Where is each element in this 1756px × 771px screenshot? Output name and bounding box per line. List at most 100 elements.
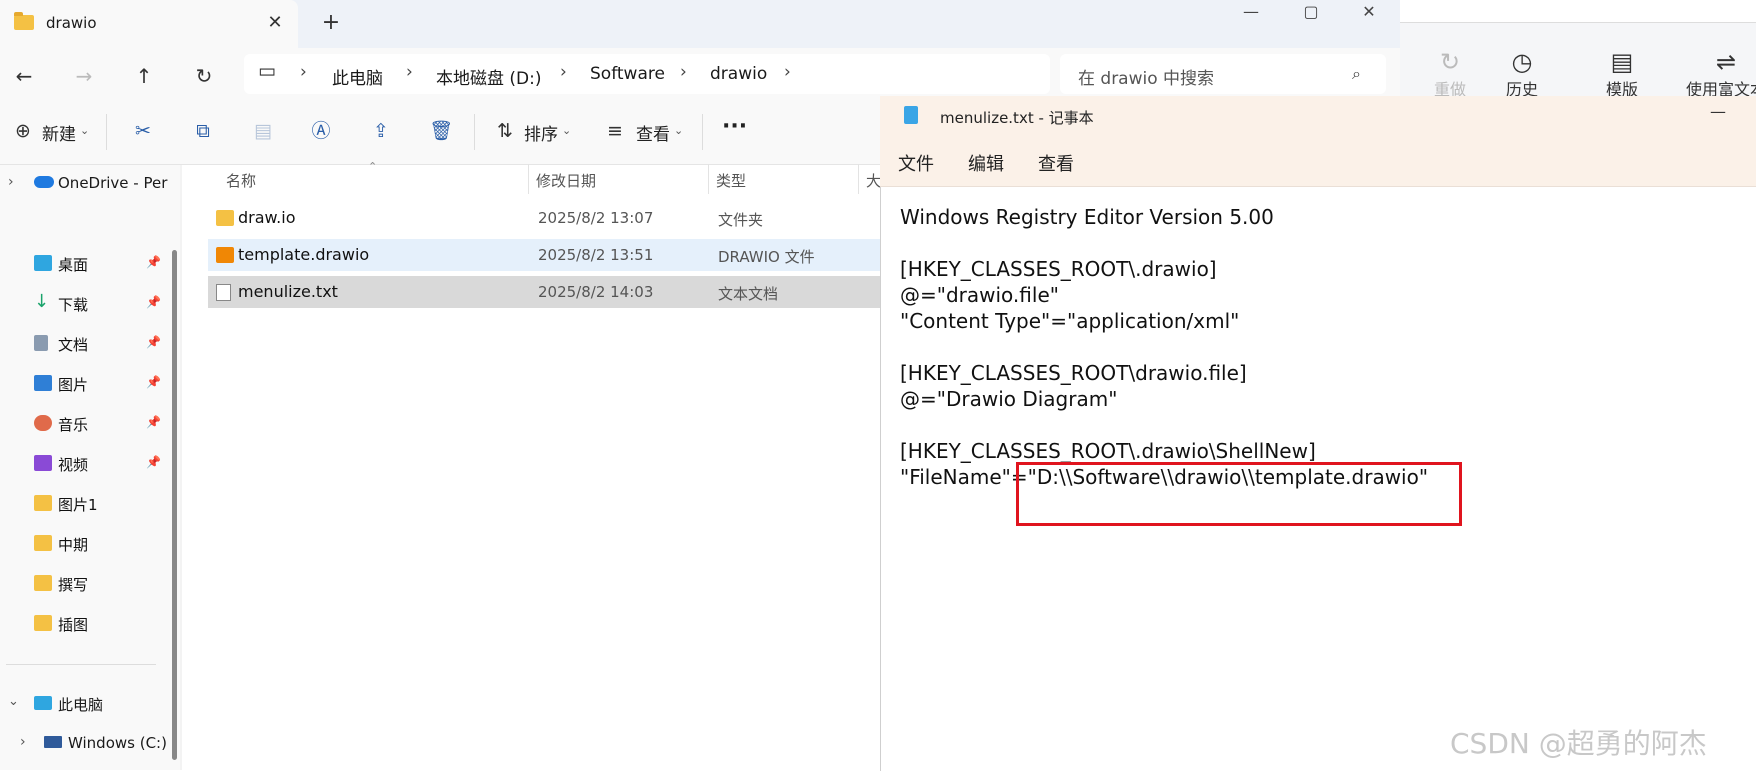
rich-text-button[interactable]: ⇌使用富文本: [1676, 48, 1756, 100]
text-line: @="drawio.file": [900, 283, 1059, 307]
music-icon: [34, 415, 52, 431]
copy-icon[interactable]: ⧉: [190, 118, 216, 144]
forward-arrow-icon[interactable]: →: [68, 60, 100, 92]
column-header-type[interactable]: 类型: [716, 170, 746, 191]
redo-icon: ↻: [1439, 48, 1461, 76]
pin-icon: 📌: [146, 255, 161, 269]
column-divider[interactable]: [708, 164, 709, 194]
sort-button[interactable]: 排序: [524, 120, 558, 145]
nav-scrollbar[interactable]: [172, 250, 177, 760]
nav-item-folder[interactable]: 图片1: [0, 485, 170, 523]
template-button[interactable]: ▤ 模版: [1582, 48, 1662, 100]
folder-icon: [34, 575, 52, 591]
menu-edit[interactable]: 编辑: [968, 150, 1004, 176]
nav-item-videos[interactable]: 视频 📌: [0, 445, 170, 483]
text-line: @="Drawio Diagram": [900, 387, 1118, 411]
nav-item-folder[interactable]: 中期: [0, 525, 170, 563]
column-header-name[interactable]: 名称: [226, 170, 256, 191]
chevron-right-icon[interactable]: ›: [8, 174, 14, 190]
watermark: CSDN @超勇的阿杰: [1450, 727, 1707, 760]
video-icon: [34, 455, 52, 471]
pictures-icon: [34, 375, 52, 391]
minimize-button[interactable]: —: [1222, 0, 1280, 26]
nav-item-folder[interactable]: 撰写: [0, 565, 170, 603]
breadcrumb-drive-d[interactable]: 本地磁盘 (D:): [436, 64, 542, 89]
menu-file[interactable]: 文件: [898, 150, 934, 176]
nav-item-pictures[interactable]: 图片 📌: [0, 365, 170, 403]
refresh-icon[interactable]: ↻: [188, 60, 220, 92]
more-options-button[interactable]: ···: [722, 114, 747, 139]
text-line: ​: [900, 334, 1740, 360]
cut-icon[interactable]: ✂: [130, 118, 156, 144]
computer-icon: ▭: [258, 60, 276, 82]
maximize-button[interactable]: ▢: [1282, 0, 1340, 26]
column-header-size[interactable]: 大: [866, 170, 881, 191]
column-header-modified[interactable]: 修改日期: [536, 170, 596, 191]
text-line: ​: [900, 230, 1740, 256]
tab-title: drawio: [46, 14, 97, 32]
pin-icon: 📌: [146, 375, 161, 389]
text-line: ​: [900, 412, 1740, 438]
column-divider[interactable]: [858, 164, 859, 194]
folder-icon: [34, 495, 52, 511]
pin-icon: 📌: [146, 335, 161, 349]
nav-item-onedrive[interactable]: OneDrive - Per: [58, 174, 167, 192]
table-row[interactable]: draw.io 2025/8/2 13:07 文件夹: [208, 202, 908, 234]
highlight-box: [1016, 462, 1462, 526]
history-button[interactable]: ◷ 历史: [1482, 48, 1562, 100]
new-plus-icon: ⊕: [15, 120, 31, 142]
download-icon: ↓: [34, 291, 50, 312]
rename-icon[interactable]: Ⓐ: [308, 118, 334, 144]
nav-item-folder[interactable]: 插图: [0, 605, 170, 643]
notepad-text-area[interactable]: Windows Registry Editor Version 5.00​[HK…: [900, 204, 1740, 490]
chevron-down-icon[interactable]: ⌄: [8, 694, 19, 709]
delete-icon[interactable]: 🗑: [428, 118, 454, 144]
nav-item-this-pc[interactable]: 此电脑: [58, 694, 103, 715]
notepad-icon: [904, 106, 918, 124]
tab-drawio[interactable]: drawio ✕: [0, 0, 298, 48]
this-pc-icon: [34, 696, 52, 710]
new-button[interactable]: 新建: [42, 120, 76, 145]
divider: [106, 114, 107, 150]
text-line: "Content Type"="application/xml": [900, 309, 1240, 333]
folder-icon: [34, 535, 52, 551]
chevron-right-icon[interactable]: ›: [20, 734, 26, 750]
nav-item-downloads[interactable]: ↓ 下载 📌: [0, 285, 170, 323]
text-line: [HKEY_CLASSES_ROOT\.drawio\ShellNew]: [900, 439, 1316, 463]
menu-view[interactable]: 查看: [1038, 150, 1074, 176]
nav-item-drive-c[interactable]: Windows (C:): [68, 734, 167, 752]
back-arrow-icon[interactable]: ←: [8, 60, 40, 92]
up-arrow-icon[interactable]: ↑: [128, 60, 160, 92]
nav-item-music[interactable]: 音乐 📌: [0, 405, 170, 443]
breadcrumb-this-pc[interactable]: 此电脑: [332, 64, 383, 89]
notepad-minimize-button[interactable]: —: [1710, 102, 1726, 121]
drive-icon: [44, 736, 62, 748]
chevron-right-icon: ›: [560, 62, 567, 82]
tab-close-icon[interactable]: ✕: [262, 10, 288, 36]
folder-icon: [14, 12, 34, 30]
nav-item-desktop[interactable]: 桌面 📌: [0, 245, 170, 283]
breadcrumb-software[interactable]: Software: [590, 64, 665, 84]
sort-icon: ⇅: [497, 120, 513, 142]
text-line: Windows Registry Editor Version 5.00: [900, 205, 1274, 229]
pin-icon: 📌: [146, 455, 161, 469]
share-icon[interactable]: ⇪: [368, 118, 394, 144]
pin-icon: 📌: [146, 415, 161, 429]
view-button[interactable]: 查看: [636, 120, 670, 145]
column-divider[interactable]: [528, 164, 529, 194]
breadcrumb-drawio[interactable]: drawio: [710, 64, 767, 84]
chevron-down-icon: ⌄: [674, 124, 684, 137]
nav-item-documents[interactable]: 文档 📌: [0, 325, 170, 363]
notepad-menu-bar: [880, 138, 1756, 187]
new-tab-button[interactable]: +: [318, 10, 344, 36]
sort-ascending-icon: ⌃: [368, 160, 378, 173]
paste-icon[interactable]: ▤: [250, 118, 276, 144]
pin-icon: 📌: [146, 295, 161, 309]
close-button[interactable]: ✕: [1340, 0, 1398, 26]
editor-top-strip: [1400, 0, 1756, 23]
chevron-right-icon: ›: [406, 62, 413, 82]
table-row[interactable]: menulize.txt 2025/8/2 14:03 文本文档: [208, 276, 908, 308]
redo-button[interactable]: ↻ 重做: [1410, 48, 1490, 100]
table-row[interactable]: template.drawio 2025/8/2 13:51 DRAWIO 文件: [208, 239, 908, 271]
chevron-right-icon: ›: [300, 62, 307, 82]
